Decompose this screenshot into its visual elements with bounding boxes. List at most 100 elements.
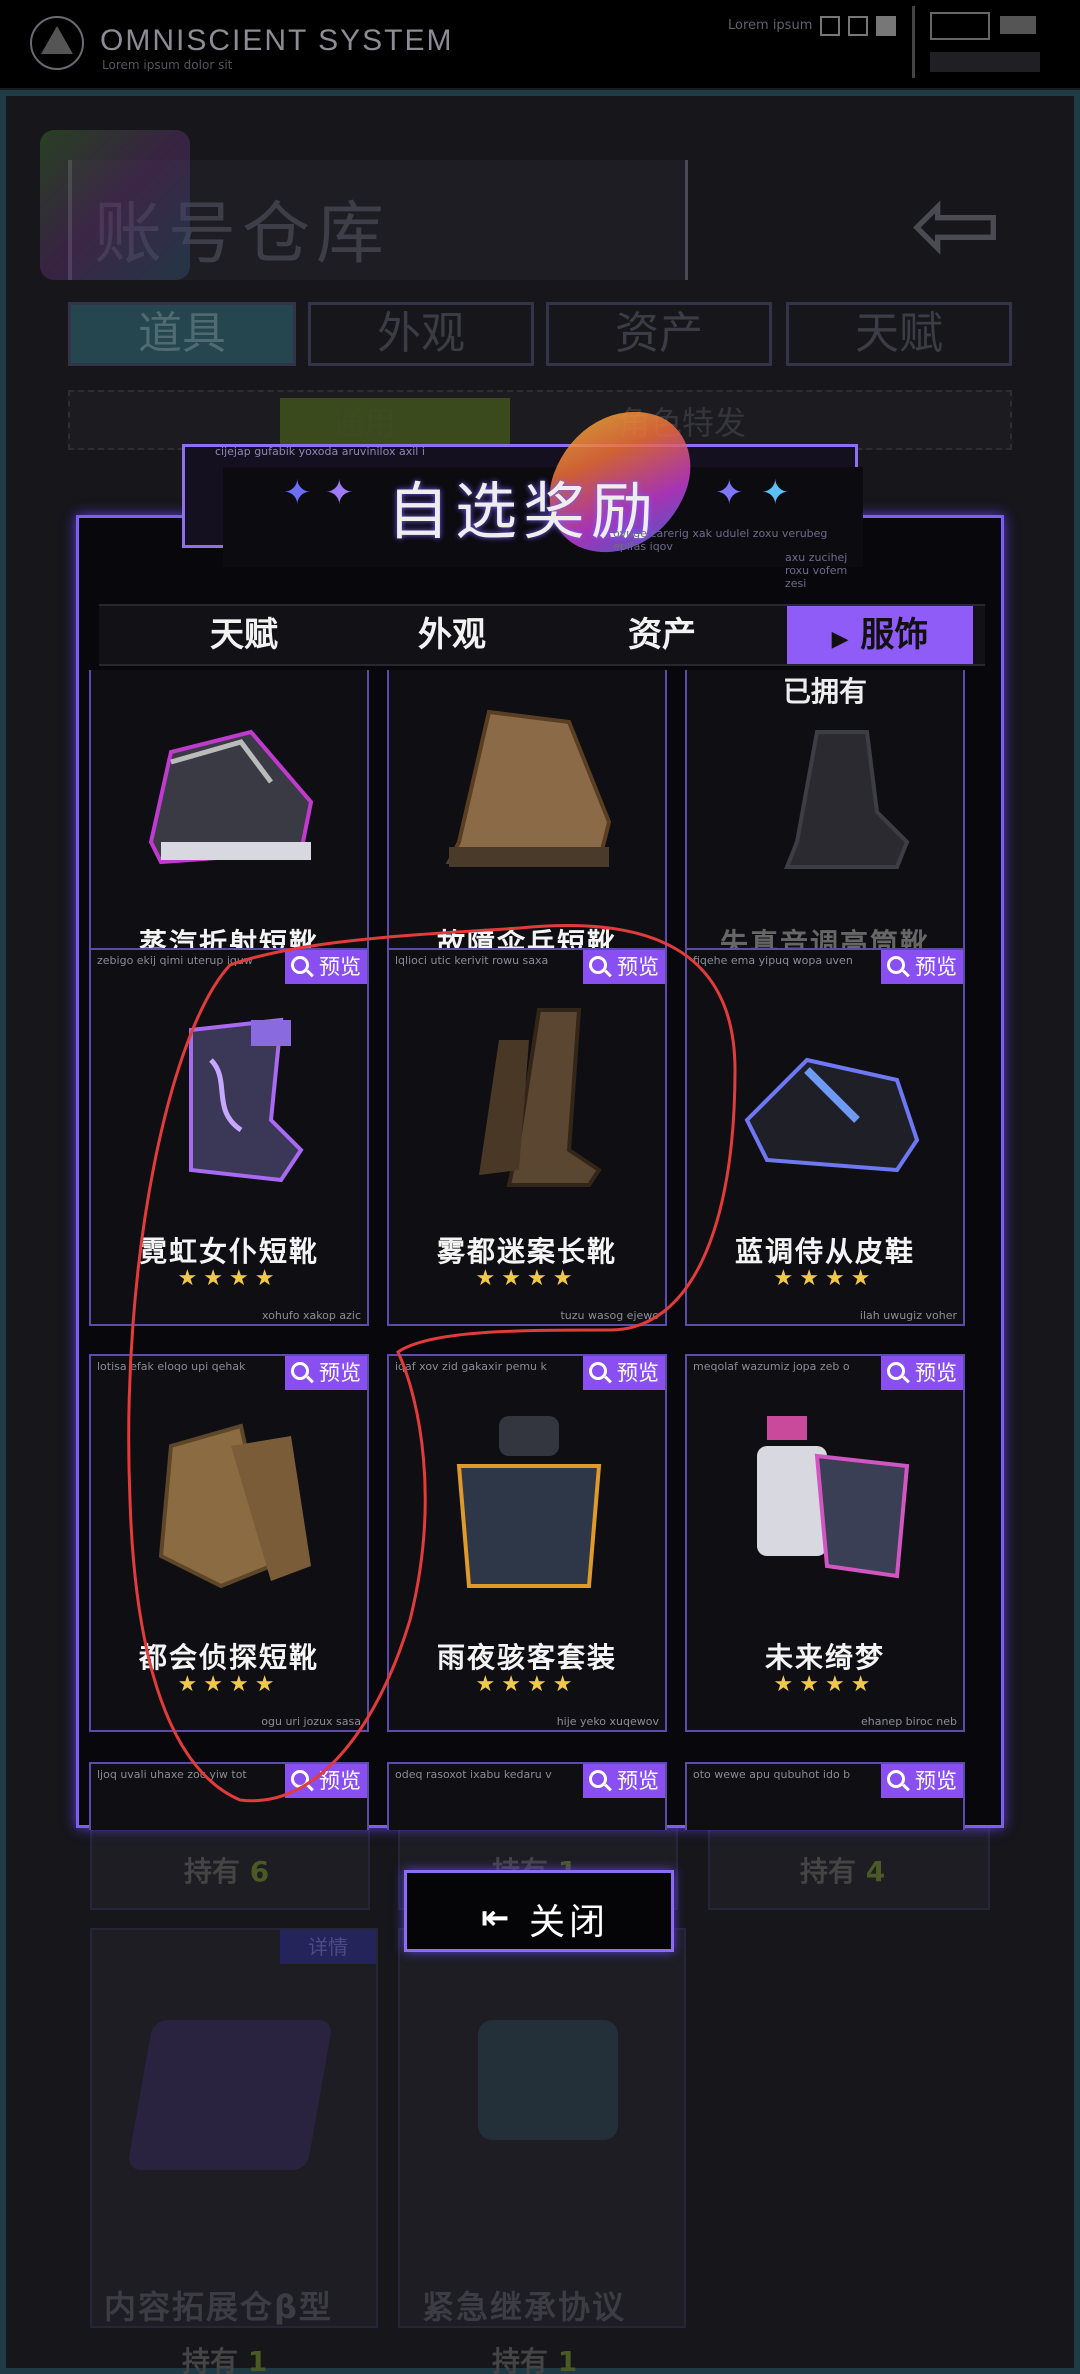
cross-box-icon bbox=[848, 16, 868, 36]
black-boot-art bbox=[784, 730, 910, 869]
bg-tab-assets: 资产 bbox=[546, 302, 772, 366]
bg-owned-count: 持有 1 bbox=[182, 2345, 268, 2374]
banner-code-text: axu zucihej roxu vofem zesi bbox=[785, 551, 848, 590]
card-footer-code: hije yeko xuqewov bbox=[556, 1715, 659, 1728]
reward-card[interactable]: meqolaf wazumiz jopa zeb o 预览未来绮梦 ★★★★ ehan… bbox=[685, 1354, 965, 1732]
reward-card[interactable]: oto wewe apu qubuhot ido b 预览 bbox=[685, 1762, 965, 1830]
reward-card[interactable]: lotisa efak eloqo upi qehak 预览都会侦探短靴 ★★★★ o… bbox=[89, 1354, 369, 1732]
magnify-icon bbox=[887, 956, 905, 974]
bg-item-name: 内容拓展仓β型 bbox=[104, 2288, 333, 2326]
preview-button[interactable]: 预览 bbox=[881, 950, 963, 984]
item-name: 未来绮梦 bbox=[764, 1641, 885, 1674]
preview-label: 预览 bbox=[617, 1769, 659, 1793]
bg-subtab-general: 通用 bbox=[332, 404, 397, 442]
rarity-stars: ★★★★ bbox=[177, 1266, 281, 1291]
preview-label: 预览 bbox=[617, 955, 659, 979]
magnify-icon bbox=[589, 956, 607, 974]
play-arrow-icon: ▶ bbox=[831, 627, 849, 652]
reward-card[interactable]: fiqehe ema yipuq wopa uven 预览 蓝调侍从皮鞋 ★★★★ il… bbox=[685, 948, 965, 1326]
close-label: 关闭 bbox=[529, 1902, 610, 1943]
magnify-icon bbox=[887, 1770, 905, 1788]
status-block bbox=[930, 52, 1040, 72]
reward-card[interactable]: zebigo ekij qimi uterup iquw 预览 霓虹女仆短靴 ★★★★… bbox=[89, 948, 369, 1326]
magnify-icon bbox=[589, 1770, 607, 1788]
tab-talent[interactable]: 天赋 bbox=[159, 606, 329, 664]
rarity-stars: ★★★★ bbox=[773, 1266, 877, 1291]
divider bbox=[912, 6, 915, 78]
sparkle-icon: ✦ bbox=[325, 473, 354, 513]
maid-boot-art bbox=[189, 1017, 304, 1183]
preview-label: 预览 bbox=[915, 955, 957, 979]
preview-button[interactable]: 预览 bbox=[285, 1764, 367, 1798]
preview-label: 预览 bbox=[915, 1769, 957, 1793]
card-code-text: lqlioci utic kerivit rowu saxa bbox=[395, 954, 549, 967]
preview-button[interactable]: 预览 bbox=[285, 950, 367, 984]
detective-boot-art bbox=[158, 1423, 311, 1589]
system-subtitle: Lorem ipsum dolor sit bbox=[102, 58, 233, 72]
reward-grid: 蒸汽折射短靴★★★★tacatex ira ujixosu故障伞兵短靴★★★★v… bbox=[89, 670, 995, 1830]
system-logo-icon bbox=[30, 16, 84, 70]
card-footer-code: ilah uwugiz voher bbox=[859, 1309, 957, 1322]
preview-button[interactable]: 预览 bbox=[881, 1764, 963, 1798]
preview-label: 预览 bbox=[319, 955, 361, 979]
back-arrow-icon[interactable]: ⇦ bbox=[910, 160, 1002, 288]
sparkle-icon: ✦ bbox=[715, 473, 744, 513]
owned-badge: 已拥有 bbox=[782, 675, 867, 708]
preview-label: 预览 bbox=[319, 1769, 361, 1793]
preview-label: 预览 bbox=[319, 1361, 361, 1385]
bg-owned-count: 持有 1 bbox=[492, 2345, 578, 2374]
close-button[interactable]: ⇤ 关闭 bbox=[404, 1870, 674, 1952]
system-mini-text: Lorem ipsum bbox=[728, 18, 813, 33]
bg-owned-count: 持有 6 bbox=[184, 1855, 270, 1888]
boot-art bbox=[445, 709, 612, 867]
card-code-text: odeq rasoxot ixabu kedaru v bbox=[395, 1768, 552, 1781]
preview-label: 预览 bbox=[617, 1361, 659, 1385]
preview-button[interactable]: 预览 bbox=[583, 950, 665, 984]
preview-button[interactable]: 预览 bbox=[583, 1356, 665, 1390]
filled-square-icon bbox=[876, 16, 896, 36]
modal-tab-bar: 天赋 外观 资产 ▶ 服饰 bbox=[99, 604, 985, 666]
card-code-text: fiqehe ema yipuq wopa uven bbox=[693, 954, 853, 967]
preview-button[interactable]: 预览 bbox=[583, 1764, 665, 1798]
banner-code-text: ovuge carerig xak udulel zoxu verubeg ep… bbox=[613, 527, 828, 553]
system-title: OMNISCIENT SYSTEM bbox=[100, 24, 454, 57]
card-code-text: zebigo ekij qimi uterup iquw bbox=[97, 954, 253, 967]
card-footer-code: ogu uri jozux sasa bbox=[261, 1715, 361, 1728]
item-name: 都会侦探短靴 bbox=[138, 1641, 319, 1674]
rarity-stars: ★★★★ bbox=[177, 1672, 281, 1697]
preview-button[interactable]: 预览 bbox=[881, 1356, 963, 1390]
reward-card[interactable]: iqaf xov zid gakaxir pemu k 预览 雨夜骇客套装 ★★★★ h… bbox=[387, 1354, 667, 1732]
exit-arrow-icon: ⇤ bbox=[481, 1898, 510, 1938]
reward-card[interactable]: ljoq uvali uhaxe zoc yiw tot 预览 bbox=[89, 1762, 369, 1830]
tab-assets[interactable]: 资产 bbox=[577, 606, 747, 664]
item-name: 雾都迷案长靴 bbox=[436, 1235, 617, 1268]
bg-tab-items: 道具 bbox=[68, 302, 296, 366]
status-block bbox=[930, 12, 990, 40]
magnify-icon bbox=[291, 1770, 309, 1788]
tab-clothing[interactable]: ▶ 服饰 bbox=[787, 606, 973, 664]
bg-tab-talent: 天赋 bbox=[786, 302, 1012, 366]
reward-select-panel: 天赋 外观 资产 ▶ 服饰 蒸汽折射短靴★★★★tacatex ira ujix… bbox=[76, 515, 1004, 1830]
bg-item-art bbox=[126, 2020, 334, 2170]
reward-card[interactable]: lqlioci utic kerivit rowu saxa 预览雾都迷案长靴 ★★… bbox=[387, 948, 667, 1326]
decor-shape bbox=[40, 130, 190, 280]
tab-appearance[interactable]: 外观 bbox=[367, 606, 537, 664]
card-code-text: meqolaf wazumiz jopa zeb o bbox=[693, 1360, 850, 1373]
rarity-stars: ★★★★ bbox=[773, 1672, 877, 1697]
sparkle-icon: ✦ bbox=[283, 473, 312, 513]
modal-title-banner: cijejap gufabik yoxoda aruvinilox axil i… bbox=[182, 389, 863, 590]
bg-tab-appearance: 外观 bbox=[308, 302, 534, 366]
card-code-text: lotisa efak eloqo upi qehak bbox=[97, 1360, 246, 1373]
reward-card[interactable]: odeq rasoxot ixabu kedaru v 预览 bbox=[387, 1762, 667, 1830]
sneaker-art bbox=[148, 729, 314, 865]
status-block bbox=[1000, 16, 1036, 34]
item-name: 雨夜骇客套装 bbox=[436, 1641, 617, 1674]
sparkle-icon: ✦ bbox=[761, 473, 790, 513]
card-code-text: ljoq uvali uhaxe zoc yiw tot bbox=[97, 1768, 247, 1781]
future-outfit-art bbox=[757, 1416, 910, 1579]
magnify-icon bbox=[291, 1362, 309, 1380]
square-icon bbox=[820, 16, 840, 36]
preview-button[interactable]: 预览 bbox=[285, 1356, 367, 1390]
card-footer-code: ehanep biroc neb bbox=[860, 1715, 957, 1728]
rarity-stars: ★★★★ bbox=[475, 1266, 579, 1291]
